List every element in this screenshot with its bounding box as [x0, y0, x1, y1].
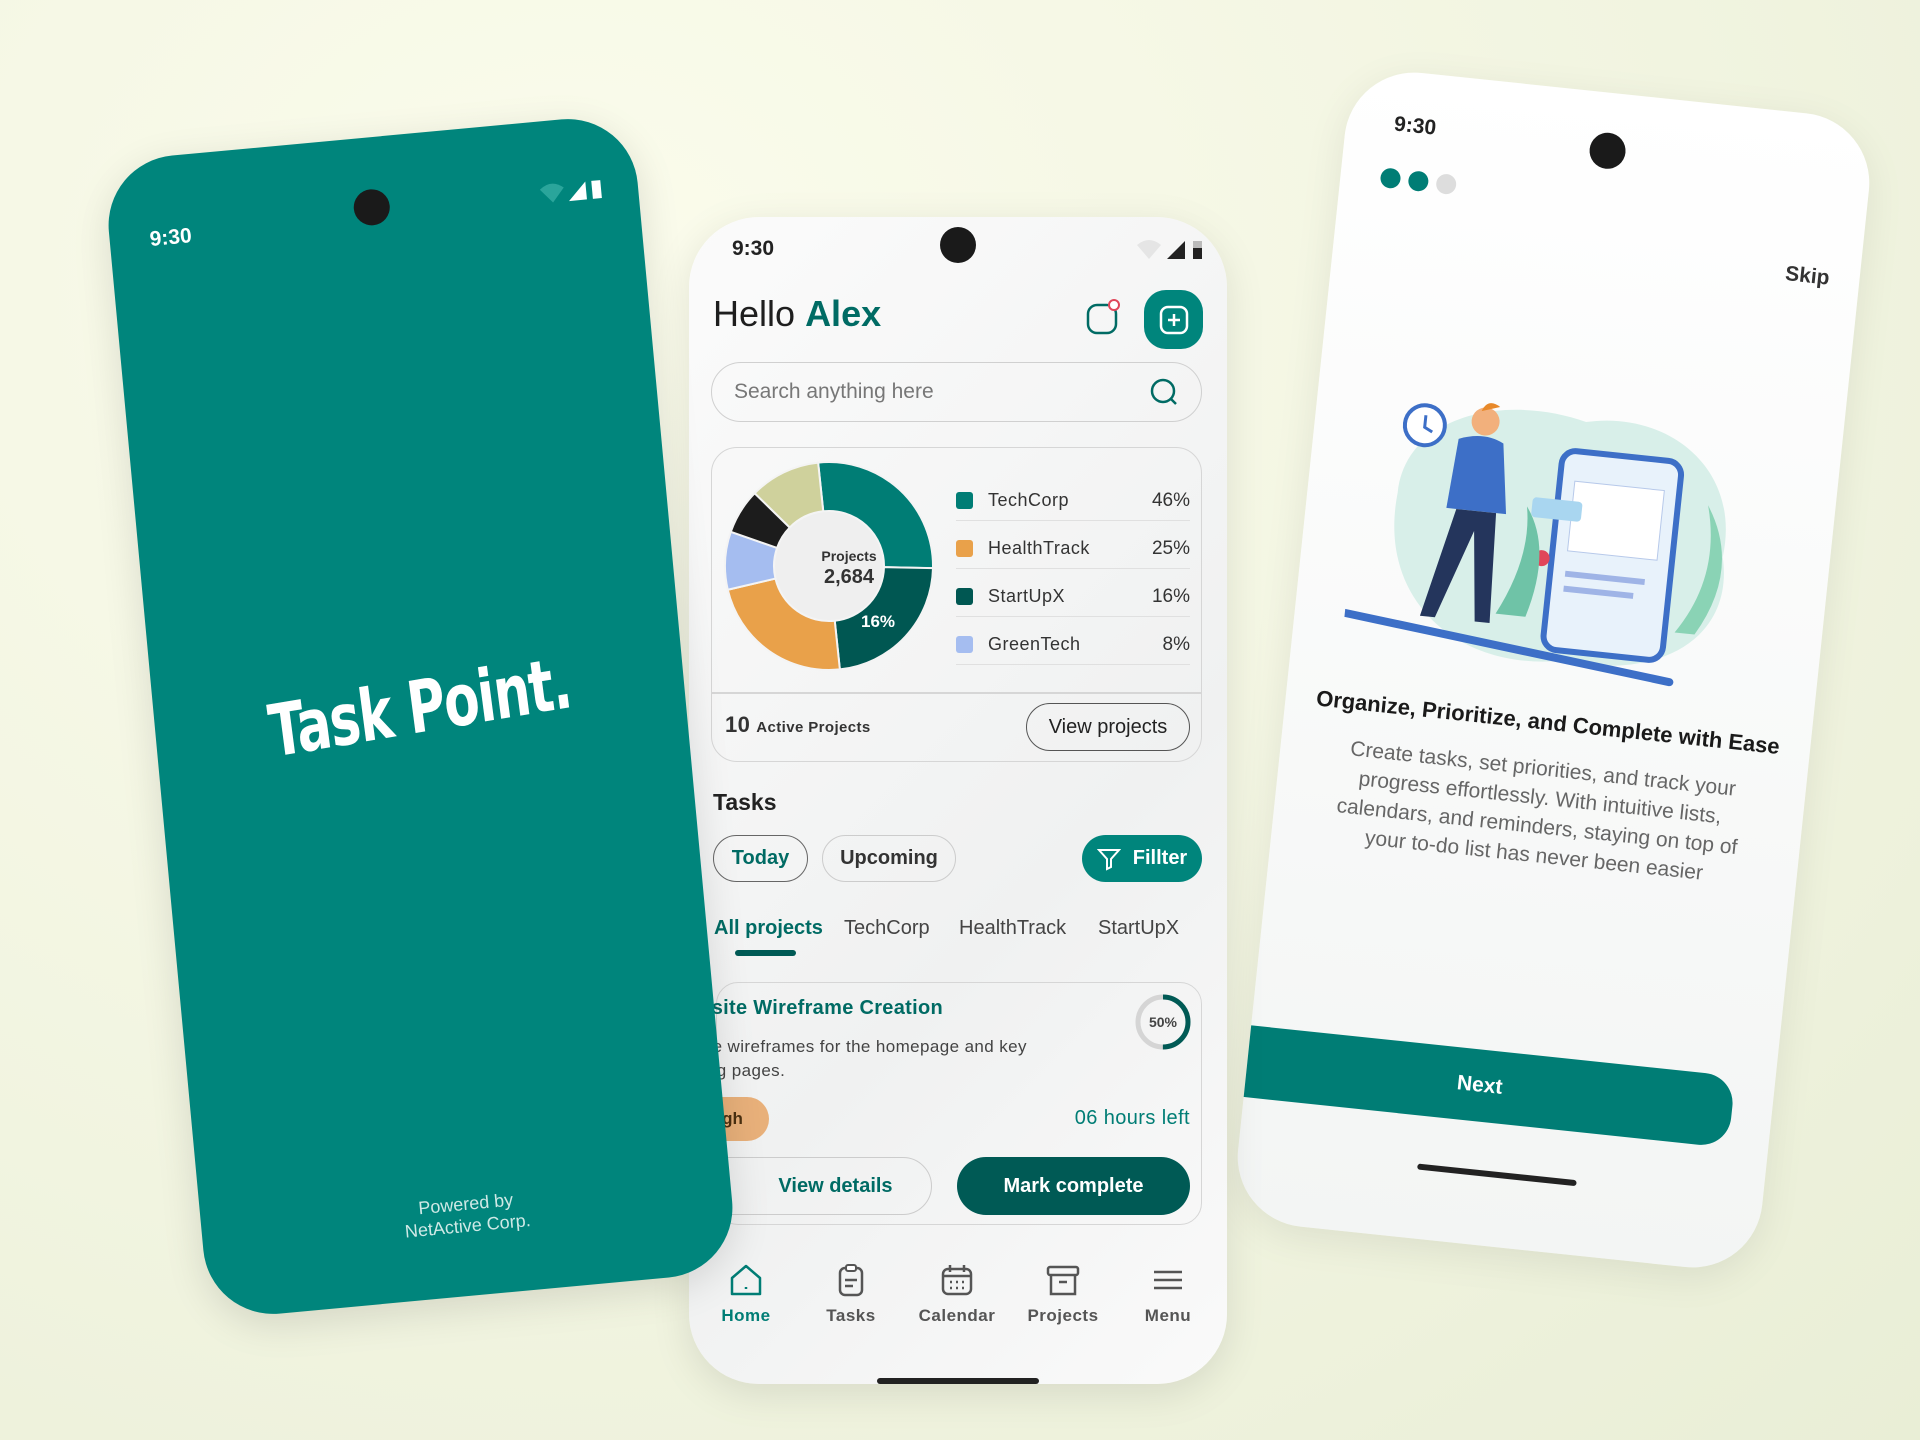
card-divider: [711, 692, 1202, 694]
legend-swatch: [956, 540, 973, 557]
add-task-button[interactable]: [1144, 290, 1203, 349]
greeting: Hello Alex: [713, 293, 881, 335]
view-projects-button[interactable]: View projects: [1026, 703, 1190, 751]
home-icon: [730, 1264, 762, 1296]
nav-menu[interactable]: Menu: [1118, 1262, 1218, 1326]
powered-by: Powered by NetActive Corp.: [200, 1168, 733, 1261]
splash-screen: 9:30 Task Point. Powered by NetActive Cor…: [102, 112, 739, 1321]
nav-home[interactable]: Home: [696, 1262, 796, 1326]
legend-swatch: [956, 492, 973, 509]
search-icon[interactable]: [1149, 377, 1179, 407]
status-icons: [539, 180, 602, 203]
time-left: 06 hours left: [1074, 1107, 1190, 1129]
legend-item: HealthTrack 25%: [956, 529, 1190, 569]
legend-pct: 46%: [1151, 489, 1190, 511]
home-indicator: [1417, 1163, 1577, 1187]
task-description: Create wireframes for the homepage and k…: [689, 1037, 1027, 1080]
donut-center-value: 2,684: [823, 566, 875, 588]
camera-cutout: [1587, 131, 1628, 171]
legend-pct: 16%: [1151, 585, 1190, 607]
status-time: 9:30: [148, 224, 193, 251]
skip-button[interactable]: Skip: [1784, 262, 1831, 291]
legend-item: StartUpX 16%: [956, 577, 1190, 617]
legend-item: GreenTech 8%: [956, 625, 1190, 665]
nav-projects[interactable]: Projects: [1013, 1262, 1113, 1326]
onboarding-body: Create tasks, set priorities, and track …: [1335, 737, 1739, 885]
search-placeholder: Search anything here: [734, 380, 934, 403]
task-title: Website Wireframe Creation: [689, 997, 943, 1019]
greeting-text: Hello: [713, 293, 796, 334]
active-label: Active Projects: [756, 719, 871, 736]
tab-healthtrack[interactable]: HealthTrack: [959, 917, 1066, 940]
plus-square-icon: [1159, 305, 1188, 334]
filter-label: Fillter: [1132, 847, 1188, 869]
nav-label: Tasks: [826, 1306, 876, 1325]
nav-label: Projects: [1027, 1306, 1099, 1325]
tab-techcorp[interactable]: TechCorp: [844, 917, 930, 940]
active-tab-indicator: [735, 950, 796, 956]
tab-all-projects[interactable]: All projects: [714, 917, 823, 940]
task-progress-label: 50%: [1148, 1014, 1178, 1030]
status-time: 9:30: [1393, 112, 1438, 140]
home-screen: 9:30 Hello Alex Search anything here Pro…: [689, 217, 1227, 1384]
legend-name: HealthTrack: [988, 538, 1090, 558]
home-indicator: [877, 1378, 1039, 1384]
legend-name: TechCorp: [988, 490, 1070, 510]
page-dot: [1435, 173, 1458, 196]
nav-label: Menu: [1144, 1306, 1192, 1325]
pill-today[interactable]: Today: [713, 835, 808, 882]
search-input[interactable]: Search anything here: [711, 362, 1202, 422]
filter-icon: [1096, 848, 1121, 871]
camera-cutout: [940, 227, 976, 263]
page-dot: [1379, 167, 1402, 190]
user-name: Alex: [805, 293, 882, 334]
active-count: 10: [725, 712, 751, 737]
legend-pct: 25%: [1151, 537, 1190, 559]
mark-complete-button[interactable]: Mark complete: [957, 1157, 1190, 1215]
tasks-heading: Tasks: [713, 789, 777, 815]
legend-pct: 8%: [1162, 633, 1190, 655]
camera-cutout: [352, 187, 392, 227]
next-button[interactable]: Next: [1230, 1023, 1736, 1148]
nav-calendar[interactable]: Calendar: [907, 1262, 1007, 1326]
legend-item: TechCorp 46%: [956, 481, 1190, 521]
nav-label: Home: [721, 1306, 771, 1325]
legend-swatch: [956, 636, 973, 653]
onboarding-screen: 9:30 Skip Organize, Prioritize, and Comp…: [1230, 65, 1877, 1275]
legend-name: GreenTech: [988, 634, 1081, 654]
calendar-icon: [941, 1265, 973, 1296]
status-time: 9:30: [732, 237, 775, 260]
legend-name: StartUpX: [988, 586, 1066, 606]
donut-slice-label: 16%: [861, 612, 896, 631]
notification-icon[interactable]: [1082, 297, 1124, 339]
nav-label: Calendar: [918, 1306, 996, 1325]
menu-icon: [1154, 1270, 1182, 1290]
donut-center-label: Projects: [821, 548, 877, 564]
nav-tasks[interactable]: Tasks: [801, 1262, 901, 1326]
archive-icon: [1046, 1265, 1080, 1296]
tab-startupx[interactable]: StartUpX: [1098, 917, 1179, 940]
page-indicator: [1379, 167, 1458, 196]
status-icons: [1137, 240, 1202, 259]
filter-button[interactable]: Fillter: [1082, 835, 1202, 882]
active-projects: 10 Active Projects: [725, 712, 871, 738]
legend-swatch: [956, 588, 973, 605]
app-logo: Task Point.: [264, 640, 576, 774]
clipboard-icon: [838, 1264, 864, 1297]
pill-upcoming[interactable]: Upcoming: [822, 835, 956, 882]
page-dot: [1407, 170, 1430, 193]
onboarding-illustration: [1340, 403, 1726, 687]
